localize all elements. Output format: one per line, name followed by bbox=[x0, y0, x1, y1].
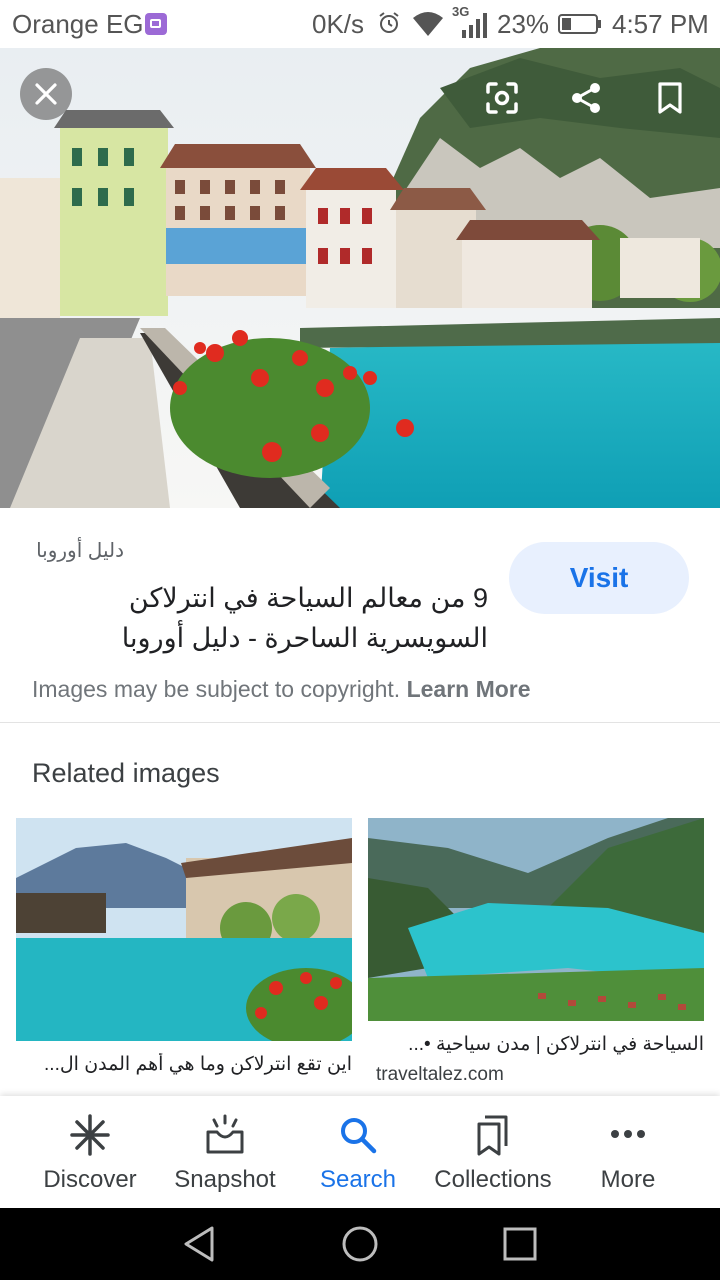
collections-icon bbox=[477, 1115, 508, 1156]
nav-label: Search bbox=[319, 1166, 397, 1193]
visit-button[interactable]: Visit bbox=[509, 542, 689, 614]
clock: 4:57 PM bbox=[612, 9, 709, 39]
related-images-heading: Related images bbox=[32, 758, 220, 788]
signal-icon bbox=[462, 13, 487, 38]
source-name[interactable]: دليل أوروبا bbox=[36, 538, 124, 563]
copyright-notice: Images may be subject to copyright. Lear… bbox=[32, 676, 531, 703]
network-speed: 0K/s bbox=[312, 9, 365, 39]
snapshot-icon bbox=[206, 1114, 244, 1154]
close-icon bbox=[35, 83, 57, 105]
nav-more[interactable]: More bbox=[561, 1096, 695, 1208]
result-info: دليل أوروبا 9 من معالم السياحة في انترلا… bbox=[0, 508, 720, 723]
battery-icon bbox=[558, 14, 601, 34]
bottom-navigation: Discover Snapshot Search Collections Mor… bbox=[0, 1096, 720, 1208]
lens-icon bbox=[486, 82, 518, 114]
nav-label: Collections bbox=[434, 1166, 552, 1193]
related-thumbnail[interactable] bbox=[16, 818, 352, 1041]
carrier-name: Orange EG bbox=[12, 9, 144, 39]
wifi-icon bbox=[413, 12, 443, 36]
nav-label: Snapshot bbox=[174, 1166, 276, 1193]
nav-label: More bbox=[600, 1166, 656, 1193]
related-image-card[interactable]: اين تقع انترلاكن وما هي أهم المدن ال... bbox=[16, 818, 352, 1076]
bookmark-icon bbox=[658, 82, 682, 114]
nav-label: Discover bbox=[43, 1166, 137, 1193]
related-domain: traveltalez.com bbox=[376, 1064, 504, 1085]
nav-collections[interactable]: Collections bbox=[426, 1096, 560, 1208]
hero-image[interactable] bbox=[0, 48, 720, 508]
search-icon bbox=[341, 1118, 377, 1154]
status-bar: Orange EG 0K/s 3G 23% 4:57 PM bbox=[0, 0, 720, 48]
bookmark-button[interactable] bbox=[644, 72, 696, 124]
home-icon[interactable] bbox=[340, 1224, 380, 1264]
alarm-icon bbox=[379, 12, 399, 33]
learn-more-link[interactable]: Learn More bbox=[407, 676, 531, 702]
related-thumbnail[interactable] bbox=[368, 818, 704, 1021]
nav-discover[interactable]: Discover bbox=[23, 1096, 157, 1208]
nav-search[interactable]: Search bbox=[291, 1096, 425, 1208]
recents-icon[interactable] bbox=[500, 1224, 540, 1264]
nav-snapshot[interactable]: Snapshot bbox=[158, 1096, 292, 1208]
copyright-text: Images may be subject to copyright. bbox=[32, 676, 401, 702]
asterisk-icon bbox=[70, 1114, 110, 1156]
share-icon bbox=[572, 83, 600, 113]
close-button[interactable] bbox=[20, 68, 72, 120]
related-photo-2 bbox=[368, 818, 704, 1021]
related-photo-1 bbox=[16, 818, 352, 1041]
share-button[interactable] bbox=[560, 72, 612, 124]
related-caption: اين تقع انترلاكن وما هي أهم المدن ال... bbox=[44, 1054, 352, 1075]
page-title[interactable]: 9 من معالم السياحة في انترلاكن السويسرية… bbox=[32, 578, 488, 658]
sim-card-icon bbox=[145, 13, 167, 35]
interlaken-photo bbox=[0, 48, 720, 508]
lens-button[interactable] bbox=[476, 72, 528, 124]
more-dots-icon bbox=[611, 1130, 645, 1138]
battery-percent: 23% bbox=[497, 9, 550, 39]
related-caption: السياحة في انترلاكن | مدن سياحية •... bbox=[408, 1034, 704, 1055]
back-icon[interactable] bbox=[180, 1224, 220, 1264]
related-image-card[interactable]: السياحة في انترلاكن | مدن سياحية •... tr… bbox=[368, 818, 704, 1086]
system-navigation-bar bbox=[0, 1208, 720, 1280]
